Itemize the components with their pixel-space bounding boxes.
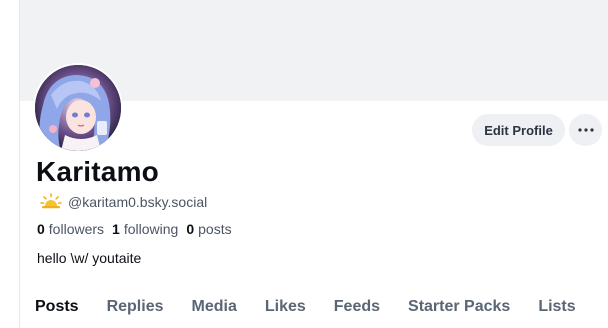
tab-replies[interactable]: Replies bbox=[107, 290, 164, 328]
tab-feeds[interactable]: Feeds bbox=[334, 290, 380, 328]
avatar[interactable] bbox=[33, 63, 123, 153]
posts-label: posts bbox=[198, 221, 232, 237]
more-horizontal-icon bbox=[577, 128, 594, 132]
following-label: following bbox=[123, 221, 179, 237]
tab-starter-packs[interactable]: Starter Packs bbox=[408, 290, 510, 328]
followers-link[interactable]: 0 followers bbox=[37, 221, 104, 237]
handle-row: @karitam0.bsky.social bbox=[40, 192, 207, 212]
followers-label: followers bbox=[48, 221, 105, 237]
profile-handle: @karitam0.bsky.social bbox=[68, 194, 208, 210]
following-count: 1 bbox=[112, 221, 120, 237]
edit-profile-button[interactable]: Edit Profile bbox=[472, 114, 565, 146]
tab-posts[interactable]: Posts bbox=[35, 290, 79, 328]
profile-stats: 0 followers 1 following 0 posts bbox=[37, 220, 240, 238]
tab-likes[interactable]: Likes bbox=[265, 290, 306, 328]
display-name: Karitamo bbox=[36, 156, 159, 187]
following-link[interactable]: 1 following bbox=[112, 221, 178, 237]
profile-tabs: Posts Replies Media Likes Feeds Starter … bbox=[20, 290, 608, 328]
sun-behind-cloud-icon bbox=[40, 193, 62, 209]
posts-stat: 0 posts bbox=[186, 221, 231, 237]
followers-count: 0 bbox=[37, 221, 45, 237]
avatar-illustration bbox=[35, 65, 121, 151]
more-options-button[interactable] bbox=[569, 114, 602, 146]
profile-page: Edit Profile Karitamo @karitam0.bsky.soc… bbox=[0, 0, 608, 328]
profile-bio: hello \w/ youtaite bbox=[37, 250, 142, 266]
posts-count: 0 bbox=[186, 221, 195, 237]
tab-lists[interactable]: Lists bbox=[538, 290, 575, 328]
tab-media[interactable]: Media bbox=[192, 290, 237, 328]
